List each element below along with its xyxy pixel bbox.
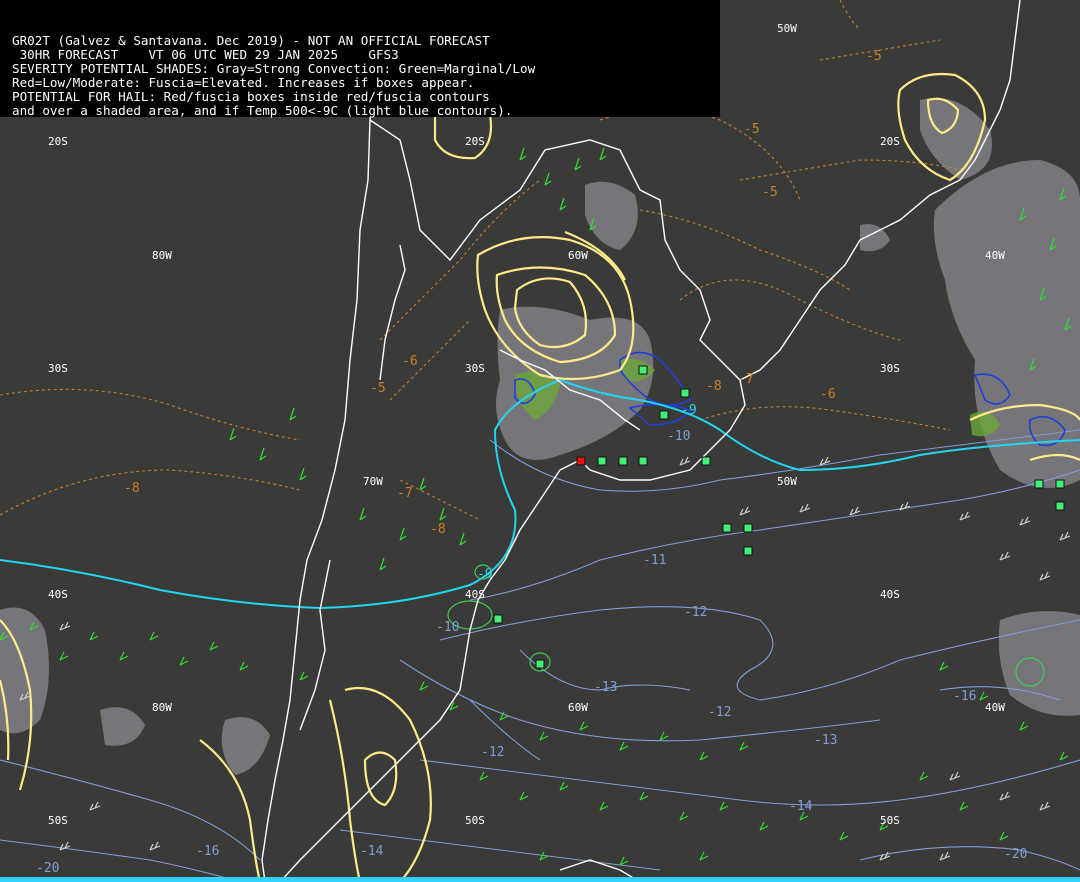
lat-label: 20S: [48, 135, 68, 148]
lat-label: 30S: [465, 362, 485, 375]
hail-box: [1055, 501, 1065, 511]
lon-label: 80W: [152, 701, 172, 714]
lat-label: 20S: [880, 135, 900, 148]
contour-label: -12: [708, 705, 731, 720]
lat-label: 20S: [465, 135, 485, 148]
lon-label: 50W: [777, 475, 797, 488]
hail-box: [638, 456, 648, 466]
hail-box: [493, 614, 503, 624]
contour-label: -16: [196, 844, 219, 859]
contour-label: -5: [370, 381, 386, 396]
contour-label: -12: [481, 745, 504, 760]
hail-box: [618, 456, 628, 466]
forecast-header: GR02T (Galvez & Santavana. Dec 2019) - N…: [0, 0, 720, 118]
hail-box: [680, 388, 690, 398]
contour-label: -9: [681, 403, 697, 418]
contour-label: -8: [706, 379, 722, 394]
lat-label: 30S: [48, 362, 68, 375]
lon-label: 40W: [985, 249, 1005, 262]
hail-box-red: [576, 456, 586, 466]
hail-box: [638, 365, 648, 375]
contour-label: -10: [436, 620, 459, 635]
header-hail-line: and over a shaded area, and if Temp 500<…: [12, 103, 513, 118]
contour-label: -13: [814, 733, 837, 748]
lat-label: 30S: [880, 362, 900, 375]
contour-label: -5: [866, 49, 882, 64]
contour-label: -13: [594, 680, 617, 695]
contour-label: -10: [667, 429, 690, 444]
hail-box: [597, 456, 607, 466]
contour-label: -7: [397, 486, 413, 501]
contour-label: -7: [738, 372, 754, 387]
hail-box: [743, 523, 753, 533]
contour-label: -8: [430, 522, 446, 537]
contour-label: -11: [643, 553, 666, 568]
hail-box: [743, 546, 753, 556]
contour-label: -12: [684, 605, 707, 620]
lon-label: 80W: [152, 249, 172, 262]
contour-label: -5: [762, 185, 778, 200]
bottom-border: [0, 877, 1080, 882]
lon-label: 60W: [568, 701, 588, 714]
hail-box: [1034, 479, 1044, 489]
hail-box: [722, 523, 732, 533]
lat-label: 50S: [48, 814, 68, 827]
hail-box: [535, 659, 545, 669]
contour-label: -6: [402, 354, 418, 369]
header-title-line: GR02T (Galvez & Santavana. Dec 2019) - N…: [12, 33, 490, 48]
contour-label: -14: [360, 844, 384, 859]
lat-label: 50S: [880, 814, 900, 827]
hail-box: [1055, 479, 1065, 489]
lat-label: 40S: [880, 588, 900, 601]
header-forecast-line: 30HR FORECAST VT 06 UTC WED 29 JAN 2025 …: [12, 47, 399, 62]
lon-label: 70W: [363, 475, 383, 488]
hail-box: [701, 456, 711, 466]
lon-label: 60W: [568, 249, 588, 262]
contour-label: -20: [36, 861, 59, 876]
lat-label: 40S: [465, 588, 485, 601]
contour-label: -20: [1004, 847, 1027, 862]
forecast-map: 20S 20S 20S 30S 30S 30S 40S 40S 40S 50S …: [0, 0, 1080, 882]
lat-label: 40S: [48, 588, 68, 601]
contour-label: -8: [124, 481, 140, 496]
header-legend-line: Red=Low/Moderate: Fuscia=Elevated. Incre…: [12, 75, 475, 90]
contour-label: -14: [789, 799, 813, 814]
lat-label: 50S: [465, 814, 485, 827]
contour-label: -9: [477, 567, 493, 582]
contour-label: -5: [744, 122, 760, 137]
contour-label: -16: [953, 689, 976, 704]
lon-label: 50W: [777, 22, 797, 35]
contour-label: -6: [820, 387, 836, 402]
header-hail-line: POTENTIAL FOR HAIL: Red/fuscia boxes ins…: [12, 89, 490, 104]
lon-label: 40W: [985, 701, 1005, 714]
header-legend-line: SEVERITY POTENTIAL SHADES: Gray=Strong C…: [12, 61, 536, 76]
hail-box: [659, 410, 669, 420]
